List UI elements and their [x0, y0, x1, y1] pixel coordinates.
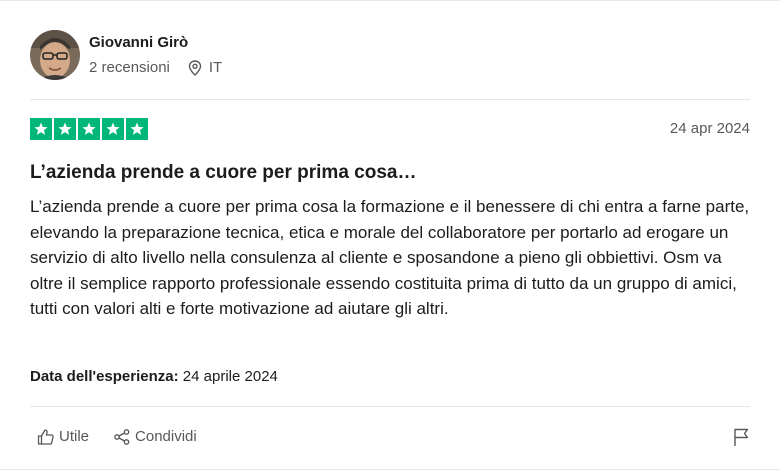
- useful-label: Utile: [59, 428, 90, 445]
- star-icon: [102, 118, 124, 140]
- experience-label: Data dell'esperienza:: [30, 368, 179, 385]
- reviews-count: 2 recensioni: [89, 58, 170, 76]
- reviewer-header: Giovanni Girò 2 recensioni IT: [30, 29, 222, 81]
- review-body: L’azienda prende a cuore per prima cosa …: [30, 197, 750, 319]
- star-icon: [54, 118, 76, 140]
- report-button[interactable]: [732, 427, 750, 452]
- divider: [30, 99, 750, 100]
- star-rating: [30, 118, 148, 140]
- reviewer-stats: 2 recensioni IT: [89, 59, 222, 77]
- experience-date: 24 aprile 2024: [182, 368, 278, 385]
- share-icon: [114, 429, 130, 445]
- star-icon: [126, 118, 148, 140]
- reviewer-name[interactable]: Giovanni Girò: [89, 34, 222, 52]
- location-pin-icon: [188, 59, 202, 76]
- divider: [30, 406, 750, 407]
- star-icon: [30, 118, 52, 140]
- share-label: Condividi: [135, 428, 197, 445]
- avatar[interactable]: [30, 30, 80, 80]
- review-title[interactable]: L’azienda prende a cuore per prima cosa…: [30, 161, 416, 185]
- reviewer-country: IT: [208, 58, 223, 76]
- review-actions: Utile Condividi: [37, 427, 197, 447]
- thumbs-up-icon: [37, 429, 54, 445]
- share-button[interactable]: Condividi: [113, 427, 197, 447]
- flag-icon: [734, 428, 749, 446]
- useful-button[interactable]: Utile: [37, 427, 89, 447]
- review-card: Giovanni Girò 2 recensioni IT 24 apr 202…: [0, 0, 780, 470]
- reviewer-meta: Giovanni Girò 2 recensioni IT: [89, 34, 222, 77]
- star-icon: [78, 118, 100, 140]
- review-date: 24 apr 2024: [669, 120, 750, 137]
- experience-date-line: Data dell'esperienza: 24 aprile 2024: [30, 368, 278, 386]
